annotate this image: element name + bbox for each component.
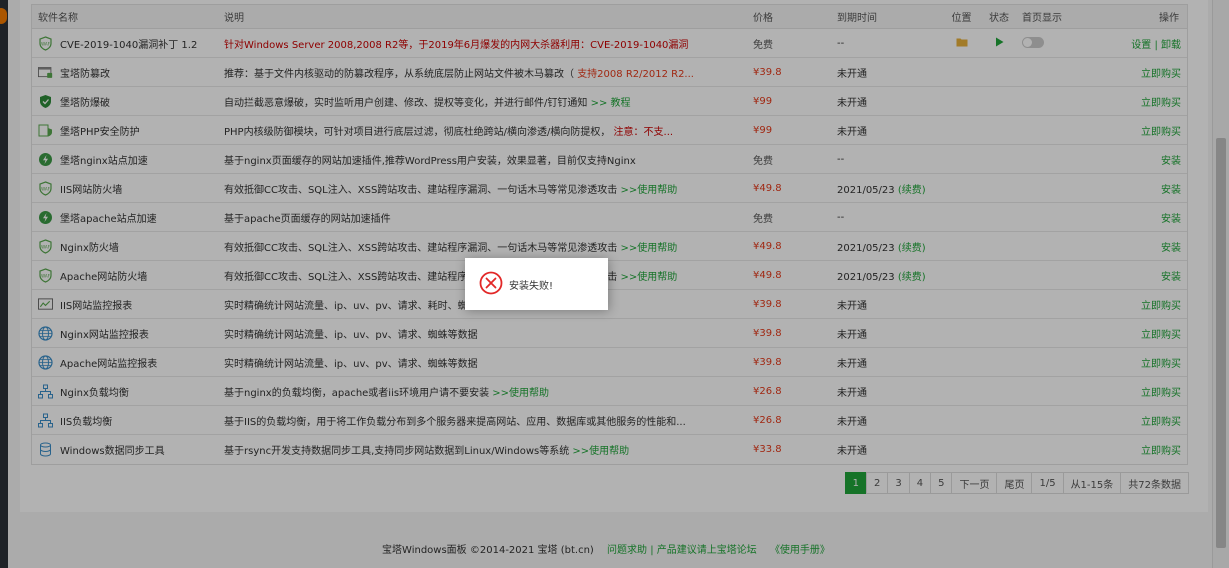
error-icon — [479, 271, 503, 298]
modal-overlay — [0, 0, 1229, 568]
error-dialog: 安装失败! — [465, 258, 608, 310]
error-message: 安装失败! — [509, 280, 554, 292]
